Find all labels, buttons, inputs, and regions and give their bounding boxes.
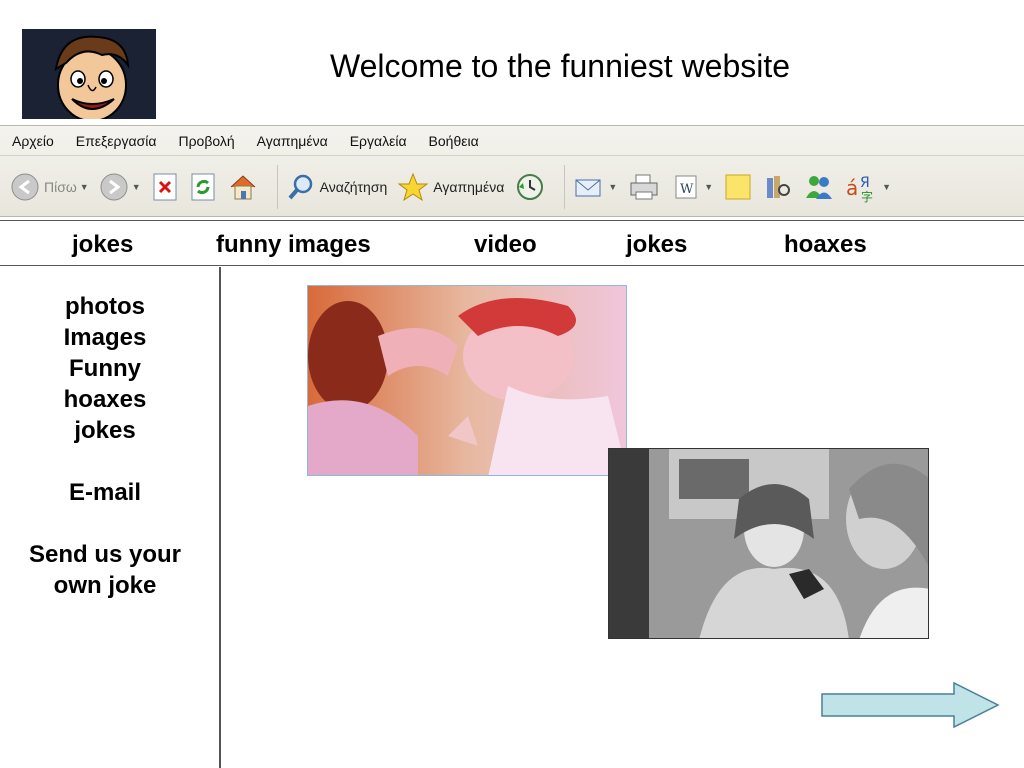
history-icon [517,174,544,200]
top-navigation: jokes funny images video jokes hoaxes [0,220,1024,266]
sidebar-item-images[interactable]: Images [0,322,210,353]
sidebar-send-joke-line1[interactable]: Send us your [0,539,210,570]
standard-toolbar: Πίσω ▼ ▼ Αναζήτηση Αγαπημένα ▼ W ▼ á Я 字… [0,160,1024,214]
page-title: Welcome to the funniest website [329,48,791,84]
search-label: Αναζήτηση [319,179,388,195]
menu-edit[interactable]: Επεξεργασία [76,133,157,149]
photo-girls-bullying [608,448,929,639]
home-button[interactable] [227,172,259,202]
photo-two-boys [307,285,627,476]
search-button[interactable]: Αναζήτηση [286,172,388,202]
next-page-arrow[interactable] [820,681,1000,729]
sidebar-send-joke-line2[interactable]: own joke [0,570,210,601]
toolbar-separator [564,165,566,209]
nav-hoaxes[interactable]: hoaxes [784,231,867,259]
back-arrow-icon [11,173,39,201]
svg-text:á: á [846,176,858,200]
sidebar-email-link[interactable]: E-mail [0,477,210,508]
sidebar-item-hoaxes[interactable]: hoaxes [0,384,210,415]
sidebar: photos Images Funny hoaxes jokes E-mail … [0,267,221,768]
back-button[interactable]: Πίσω ▼ [10,172,89,202]
messenger-icon [806,176,833,199]
sidebar-list: photos Images Funny hoaxes jokes E-mail … [0,291,210,601]
research-button[interactable] [763,172,793,202]
site-logo [22,29,156,119]
menu-tools[interactable]: Εργαλεία [350,133,407,149]
language-button[interactable]: áЯ字 ▼ [845,171,891,203]
search-icon [288,174,312,200]
nav-video[interactable]: video [474,231,537,259]
svg-text:Я: Я [860,175,870,191]
nav-jokes[interactable]: jokes [72,231,133,259]
mail-button[interactable]: ▼ [573,172,617,202]
stop-icon [153,173,177,201]
stop-button[interactable] [151,172,179,202]
language-dropdown-icon[interactable]: ▼ [882,182,891,192]
note-icon [725,174,751,200]
sidebar-item-photos[interactable]: photos [0,291,210,322]
sidebar-item-jokes[interactable]: jokes [0,415,210,446]
star-icon [397,172,429,202]
mail-dropdown-icon[interactable]: ▼ [608,182,617,192]
home-icon [230,175,255,200]
word-document-icon: W [675,175,697,199]
menu-view[interactable]: Προβολή [178,133,234,149]
browser-toolbar-area: Αρχείο Επεξεργασία Προβολή Αγαπημένα Εργ… [0,125,1024,217]
back-label: Πίσω [44,179,77,195]
sidebar-item-funny[interactable]: Funny [0,353,210,384]
svg-text:W: W [680,182,694,197]
printer-icon [630,174,658,200]
print-button[interactable] [627,172,661,202]
refresh-button[interactable] [189,172,217,202]
history-button[interactable] [514,172,546,202]
mail-icon [575,179,601,197]
back-dropdown-icon[interactable]: ▼ [80,182,89,192]
toolbar-separator [276,165,278,209]
nav-jokes-2[interactable]: jokes [626,231,687,259]
edit-word-button[interactable]: W ▼ [671,172,713,202]
favorites-button[interactable]: Αγαπημένα [397,172,504,202]
right-arrow-icon [821,681,1000,729]
nav-funny-images[interactable]: funny images [216,231,371,259]
books-icon [767,176,791,198]
language-icon: á Я字 [846,175,873,203]
discuss-button[interactable] [723,172,753,202]
edit-dropdown-icon[interactable]: ▼ [704,182,713,192]
menu-bar: Αρχείο Επεξεργασία Προβολή Αγαπημένα Εργ… [0,126,1024,156]
refresh-icon [191,173,215,201]
menu-file[interactable]: Αρχείο [12,133,54,149]
menu-help[interactable]: Βοήθεια [429,133,479,149]
messenger-button[interactable] [803,172,835,202]
forward-button[interactable]: ▼ [99,172,141,202]
svg-text:字: 字 [861,189,873,203]
menu-favorites[interactable]: Αγαπημένα [257,133,328,149]
forward-dropdown-icon[interactable]: ▼ [132,182,141,192]
favorites-label: Αγαπημένα [433,179,505,195]
forward-arrow-icon [100,173,128,201]
